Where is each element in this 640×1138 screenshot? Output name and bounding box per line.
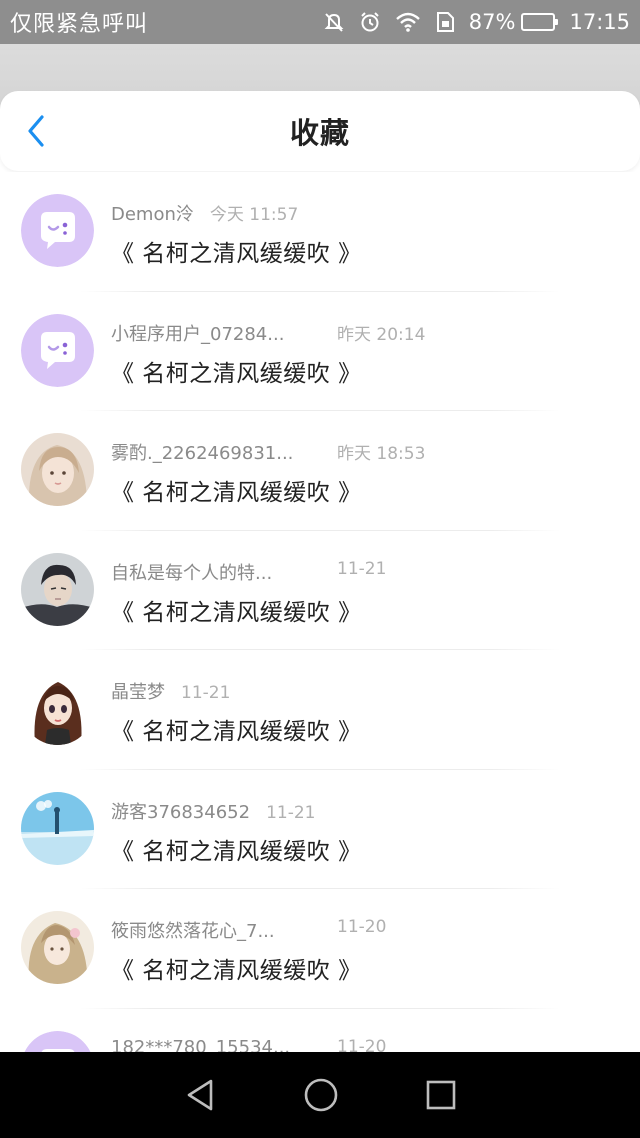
avatar — [21, 911, 94, 984]
default-chat-icon — [24, 1030, 91, 1052]
girl-photo-avatar — [21, 433, 94, 506]
anime-girl-avatar — [21, 672, 94, 745]
square-recents-icon — [426, 1080, 456, 1110]
list-item[interactable]: 小程序用户_07284... 昨天 20:14 《 名柯之清风缓缓吹 》 — [0, 292, 640, 411]
avatar — [21, 194, 94, 267]
home-nav-button[interactable] — [303, 1077, 339, 1113]
avatar — [21, 313, 94, 387]
timestamp: 昨天 20:14 — [337, 324, 426, 345]
username: 182***780_15534... — [111, 1036, 291, 1053]
username: 筱雨悠然落花心_7... — [111, 921, 275, 942]
list-item[interactable]: 游客376834652 11-21 《 名柯之清风缓缓吹 》 — [0, 770, 640, 889]
wifi-icon — [395, 11, 421, 33]
system-nav-bar — [0, 1052, 640, 1138]
timestamp: 11-20 — [337, 1036, 387, 1053]
username: 小程序用户_07284... — [111, 323, 285, 345]
carrier-text: 仅限紧急呼叫 — [10, 12, 149, 37]
mute-icon — [323, 11, 345, 33]
default-chat-icon — [21, 313, 94, 387]
avatar — [21, 433, 94, 506]
beach-scene-avatar — [21, 791, 94, 865]
alarm-icon — [359, 11, 381, 33]
list-item[interactable]: 筱雨悠然落花心_7... 11-20 《 名柯之清风缓缓吹 》 — [0, 889, 640, 1009]
timestamp: 11-21 — [337, 558, 387, 579]
status-bar: 仅限紧急呼叫 87% 17:15 — [0, 0, 640, 44]
avatar — [21, 1030, 94, 1052]
circle-home-icon — [304, 1078, 338, 1112]
work-title: 《 名柯之清风缓缓吹 》 — [111, 241, 362, 267]
battery-indicator: 87% — [468, 10, 559, 34]
work-title: 《 名柯之清风缓缓吹 》 — [111, 360, 362, 387]
avatar — [21, 791, 94, 865]
work-title: 《 名柯之清风缓缓吹 》 — [111, 958, 362, 984]
timestamp: 今天 11:57 — [209, 205, 299, 225]
username: 游客376834652 — [111, 801, 251, 823]
work-title: 《 名柯之清风缓缓吹 》 — [111, 480, 362, 506]
triangle-back-icon — [187, 1079, 213, 1111]
work-title: 《 名柯之清风缓缓吹 》 — [111, 838, 362, 865]
status-icons: 87% 17:15 — [323, 10, 630, 34]
timestamp: 11-21 — [266, 802, 316, 823]
username: 雾酌._2262469831... — [111, 443, 294, 464]
page-title: 收藏 — [289, 116, 350, 150]
avatar — [21, 672, 94, 745]
timestamp: 11-21 — [181, 683, 231, 703]
sim-icon — [435, 11, 455, 33]
work-title: 《 名柯之清风缓缓吹 》 — [111, 599, 362, 626]
battery-icon — [521, 13, 559, 31]
default-chat-icon — [21, 194, 94, 267]
list-item[interactable]: 自私是每个人的特... 11-21 《 名柯之清风缓缓吹 》 — [0, 531, 640, 650]
illustrated-girl-avatar — [21, 911, 94, 984]
list-item[interactable]: Demon泠 今天 11:57 《 名柯之清风缓缓吹 》 — [0, 172, 640, 292]
anime-boy-avatar — [21, 552, 94, 626]
list-item[interactable]: 182***780_15534... 11-20 — [0, 1009, 640, 1053]
avatar — [21, 552, 94, 626]
timestamp: 11-20 — [337, 917, 387, 937]
timestamp: 昨天 18:53 — [337, 444, 426, 464]
username: Demon泠 — [111, 204, 194, 225]
list-item[interactable]: 雾酌._2262469831... 昨天 18:53 《 名柯之清风缓缓吹 》 — [0, 411, 640, 531]
chevron-left-icon — [28, 115, 44, 147]
clock: 17:15 — [569, 10, 630, 34]
username: 自私是每个人的特... — [111, 562, 273, 584]
favorites-list: Demon泠 今天 11:57 《 名柯之清风缓缓吹 》 小程序用户_07284.… — [0, 172, 640, 1052]
list-item[interactable]: 晶莹梦 11-21 《 名柯之清风缓缓吹 》 — [0, 650, 640, 770]
page-header: 收藏 — [0, 91, 640, 171]
back-nav-button[interactable] — [183, 1077, 217, 1113]
recents-nav-button[interactable] — [425, 1079, 457, 1111]
back-button[interactable] — [18, 113, 54, 149]
username: 晶莹梦 — [111, 682, 165, 703]
battery-percent: 87% — [468, 10, 516, 34]
work-title: 《 名柯之清风缓缓吹 》 — [111, 719, 362, 745]
